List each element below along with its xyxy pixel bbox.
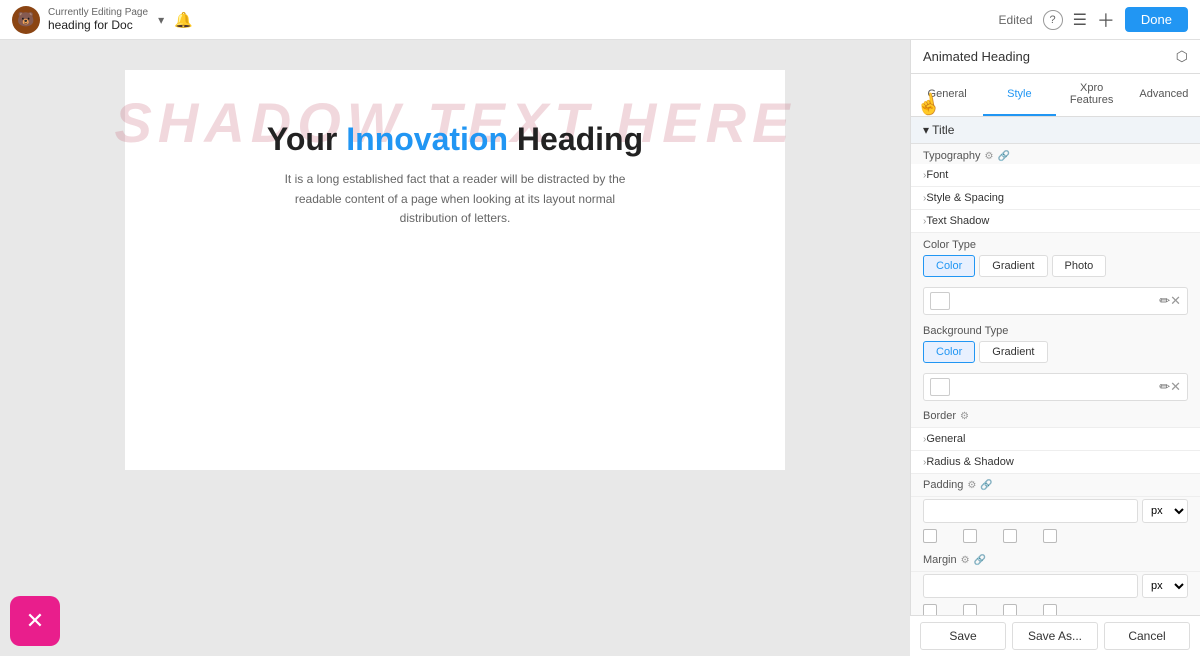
margin-label: Margin ⚙ 🔗	[923, 554, 1188, 566]
general-row[interactable]: › General	[911, 428, 1200, 451]
heading-before: Your	[267, 121, 346, 157]
text-shadow-label: Text Shadow	[926, 215, 1188, 227]
border-label: Border ⚙	[923, 410, 1188, 422]
padding-input-row: px em %	[911, 497, 1200, 527]
avatar: 🐻	[12, 6, 40, 34]
style-spacing-label: Style & Spacing	[926, 192, 1188, 204]
panel-header: Animated Heading ⬡	[911, 40, 1200, 74]
padding-checkboxes	[911, 527, 1200, 549]
color-edit-button-2[interactable]: ✏	[1159, 379, 1170, 395]
help-button[interactable]: ?	[1043, 10, 1063, 30]
heading-container: Your Innovation Heading	[165, 120, 745, 158]
topbar-left: 🐻 Currently Editing Page heading for Doc…	[12, 6, 991, 34]
border-row: Border ⚙	[911, 405, 1200, 428]
heading-animated: Innovation	[346, 121, 508, 157]
style-spacing-row[interactable]: › Style & Spacing	[911, 187, 1200, 210]
panel-content: ▾ Title Typography ⚙ 🔗 › Font › Style & …	[911, 117, 1200, 656]
color-btn[interactable]: Color	[923, 255, 975, 277]
title-section-header[interactable]: ▾ Title	[911, 117, 1200, 144]
margin-unit-select[interactable]: px em %	[1142, 574, 1188, 598]
color-edit-button-1[interactable]: ✏	[1159, 293, 1170, 309]
heading-after: Heading	[508, 121, 643, 157]
general-label: General	[926, 433, 1188, 445]
padding-checkbox-1[interactable]	[923, 529, 937, 543]
margin-icon[interactable]: ⚙	[961, 555, 970, 566]
main-area: SHADOW TEXT HERE Your Innovation Heading…	[0, 40, 1200, 656]
radius-shadow-row[interactable]: › Radius & Shadow	[911, 451, 1200, 474]
padding-input[interactable]	[923, 499, 1138, 523]
text-shadow-row[interactable]: › Text Shadow	[911, 210, 1200, 233]
margin-row: Margin ⚙ 🔗	[911, 549, 1200, 572]
color-swatch-1[interactable]	[930, 292, 950, 310]
save-button[interactable]: Save	[920, 622, 1006, 650]
gradient-btn[interactable]: Gradient	[979, 255, 1047, 277]
panel-title: Animated Heading	[923, 49, 1030, 64]
title-section-label: ▾ Title	[923, 123, 954, 137]
padding-unit-select[interactable]: px em %	[1142, 499, 1188, 523]
color-picker-row-2: ✏ ✕	[923, 373, 1188, 401]
border-icon[interactable]: ⚙	[960, 411, 969, 422]
typography-link-icon[interactable]: 🔗	[997, 151, 1009, 162]
page-info: Currently Editing Page heading for Doc	[48, 7, 148, 32]
color-type-buttons: Color Gradient Photo	[911, 255, 1200, 283]
typography-icon[interactable]: ⚙	[984, 151, 993, 162]
margin-link-icon[interactable]: 🔗	[974, 555, 986, 566]
color-clear-button-1[interactable]: ✕	[1170, 293, 1181, 309]
cancel-button[interactable]: Cancel	[1104, 622, 1190, 650]
tab-general[interactable]: General	[911, 74, 983, 116]
padding-checkbox-2[interactable]	[963, 529, 977, 543]
panel-footer: Save Save As... Cancel	[910, 615, 1200, 656]
add-button[interactable]: ＋	[1097, 7, 1115, 33]
typography-label: Typography ⚙ 🔗	[911, 144, 1200, 164]
padding-row: Padding ⚙ 🔗	[911, 474, 1200, 497]
panel-tabs: General Style Xpro Features Advanced	[911, 74, 1200, 117]
page-status: Currently Editing Page	[48, 7, 148, 18]
padding-checkbox-4[interactable]	[1043, 529, 1057, 543]
topbar-right: Edited ? ☰ ＋ Done	[999, 7, 1188, 33]
bg-type-label: Background Type	[911, 319, 1200, 341]
save-as-button[interactable]: Save As...	[1012, 622, 1098, 650]
close-canvas-button[interactable]: ✕	[10, 596, 60, 646]
padding-checkbox-3[interactable]	[1003, 529, 1017, 543]
padding-link-icon[interactable]: 🔗	[980, 480, 992, 491]
color-swatch-2[interactable]	[930, 378, 950, 396]
tab-advanced[interactable]: Advanced	[1128, 74, 1200, 116]
tab-style[interactable]: Style	[983, 74, 1055, 116]
padding-icon[interactable]: ⚙	[967, 480, 976, 491]
margin-input-row: px em %	[911, 572, 1200, 602]
typography-text: Typography	[923, 150, 980, 162]
done-button[interactable]: Done	[1125, 7, 1188, 32]
bg-type-buttons: Color Gradient	[911, 341, 1200, 369]
page-title: heading for Doc	[48, 18, 148, 32]
bg-color-btn[interactable]: Color	[923, 341, 975, 363]
padding-label: Padding ⚙ 🔗	[923, 479, 1188, 491]
topbar: 🐻 Currently Editing Page heading for Doc…	[0, 0, 1200, 40]
right-panel: Animated Heading ⬡ General Style Xpro Fe…	[910, 40, 1200, 656]
margin-input[interactable]	[923, 574, 1138, 598]
font-label: Font	[926, 169, 1188, 181]
font-row[interactable]: › Font	[911, 164, 1200, 187]
canvas: SHADOW TEXT HERE Your Innovation Heading…	[0, 40, 910, 656]
color-clear-button-2[interactable]: ✕	[1170, 379, 1181, 395]
page-dropdown-button[interactable]: ▾	[156, 11, 166, 29]
bg-gradient-btn[interactable]: Gradient	[979, 341, 1047, 363]
color-picker-row-1: ✏ ✕	[923, 287, 1188, 315]
canvas-page: SHADOW TEXT HERE Your Innovation Heading…	[125, 70, 785, 470]
color-type-label: Color Type	[911, 233, 1200, 255]
tab-xpro[interactable]: Xpro Features	[1056, 74, 1128, 116]
notification-bell-button[interactable]: 🔔	[174, 11, 193, 29]
list-icon-button[interactable]: ☰	[1073, 10, 1087, 30]
edited-label: Edited	[999, 13, 1033, 27]
radius-shadow-label: Radius & Shadow	[926, 456, 1188, 468]
panel-collapse-button[interactable]: ⬡	[1176, 48, 1188, 65]
sub-text: It is a long established fact that a rea…	[265, 170, 645, 228]
photo-btn[interactable]: Photo	[1052, 255, 1107, 277]
